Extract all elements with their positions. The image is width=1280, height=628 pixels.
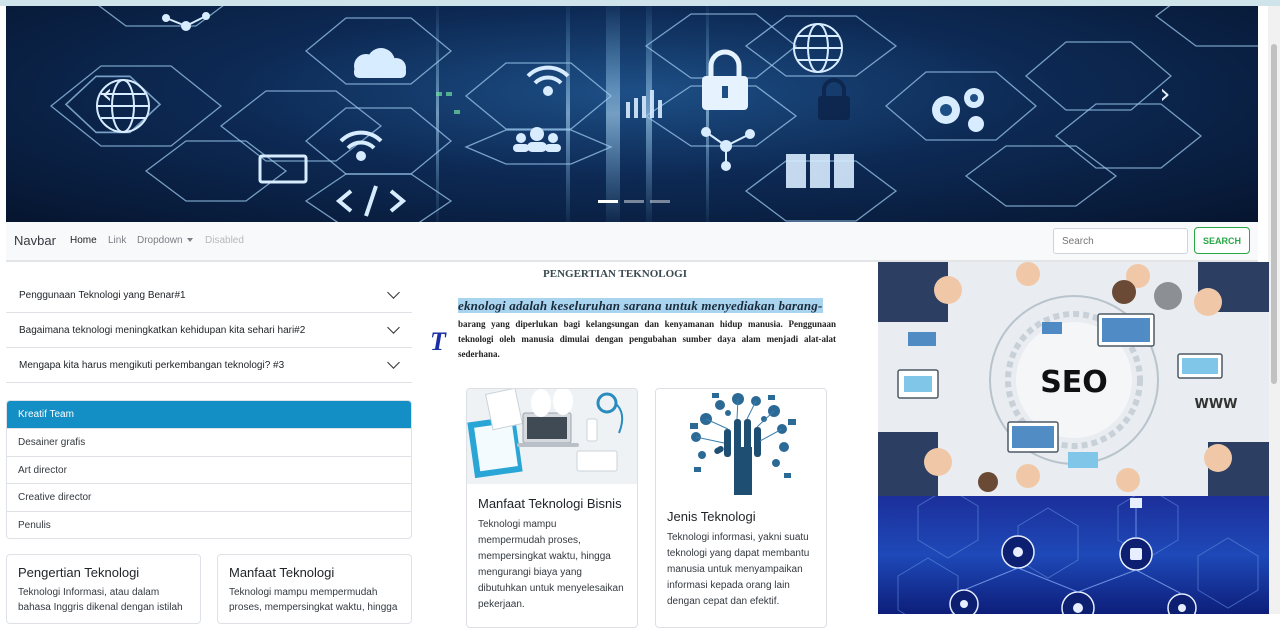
seo-image: SEO WWW: [878, 262, 1269, 496]
www-text: WWW: [1194, 397, 1237, 412]
chevron-down-icon: [387, 321, 400, 334]
biometric-image: [878, 496, 1269, 614]
lock-icon: [818, 78, 850, 120]
nav-dropdown[interactable]: Dropdown: [137, 235, 193, 246]
team-list-item[interactable]: Desainer grafis: [7, 428, 411, 455]
accordion-item-label: Penggunaan Teknologi yang Benar#1: [19, 290, 186, 301]
scrollbar-thumb[interactable]: [1271, 44, 1277, 384]
navbar-brand[interactable]: Navbar: [14, 233, 56, 248]
chevron-down-icon: [387, 286, 400, 299]
team-list-item-header[interactable]: Kreatif Team: [7, 401, 411, 429]
card-text: Teknologi informasi, yakni suatu teknolo…: [667, 532, 810, 607]
card-title: Manfaat Teknologi Bisnis: [478, 496, 622, 511]
navbar: Navbar Home Link Dropdown Disabled SEARC…: [6, 222, 1258, 262]
card-title: Manfaat Teknologi: [229, 565, 335, 580]
search-input[interactable]: [1053, 228, 1188, 254]
page-scrollbar[interactable]: [1268, 6, 1280, 614]
article-lead-highlight: eknologi adalah keseluruhan sarana untuk…: [458, 298, 823, 313]
card-jenis-teknologi: Jenis Teknologi Teknologi informasi, yak…: [655, 388, 827, 628]
nav-link-home[interactable]: Home: [70, 235, 97, 246]
team-list: Kreatif Team Desainer grafis Art directo…: [6, 400, 412, 539]
card-image-tech-hand: [656, 389, 826, 499]
people-icon: [513, 127, 561, 152]
article-body: barang yang diperlukan bagi kelangsungan…: [458, 319, 836, 359]
card-text: Teknologi mampu mempermudah proses, memp…: [478, 519, 624, 610]
carousel-slide-image: [49, 6, 1258, 222]
network-icon: [162, 12, 755, 171]
cloud-icon: [354, 48, 406, 78]
card-title: Pengertian Teknologi: [18, 565, 140, 580]
article-title: PENGERTIAN TEKNOLOGI: [543, 268, 687, 280]
carousel-prev-button[interactable]: ‹: [92, 76, 122, 112]
accordion-item-3[interactable]: Mengapa kita harus mengikuti perkembanga…: [6, 348, 412, 383]
carousel-next-button[interactable]: ›: [1150, 76, 1180, 112]
team-list-item[interactable]: Art director: [7, 455, 411, 483]
accordion-item-1[interactable]: Penggunaan Teknologi yang Benar#1: [6, 278, 412, 313]
card-text: Teknologi mampu mempermudah proses, memp…: [229, 587, 398, 613]
accordion-item-2[interactable]: Bagaimana teknologi meningkatkan kehidup…: [6, 313, 412, 348]
caret-down-icon: [186, 238, 193, 242]
accordion-item-label: Bagaimana teknologi meningkatkan kehidup…: [19, 325, 306, 336]
nav-dropdown-label: Dropdown: [137, 235, 183, 246]
team-list-item[interactable]: Penulis: [7, 510, 411, 538]
carousel-indicator-2[interactable]: [624, 200, 644, 203]
carousel-indicator-3[interactable]: [650, 200, 670, 203]
card-title: Jenis Teknologi: [667, 509, 756, 524]
nav-link-link[interactable]: Link: [108, 235, 126, 246]
article-dropcap: T: [430, 327, 446, 356]
team-list-item[interactable]: Creative director: [7, 483, 411, 510]
gears-icon: [932, 88, 984, 132]
card-image-desk: [467, 389, 637, 484]
card-manfaat-bisnis: Manfaat Teknologi Bisnis Teknologi mampu…: [466, 388, 638, 628]
chevron-down-icon: [387, 356, 400, 369]
carousel-indicator-1[interactable]: [598, 200, 618, 203]
card-text: Teknologi Informasi, atau dalam bahasa I…: [18, 587, 183, 613]
nav-link-disabled: Disabled: [205, 235, 244, 246]
hero-carousel: ‹ ›: [6, 6, 1258, 222]
accordion: Penggunaan Teknologi yang Benar#1 Bagaim…: [6, 278, 412, 383]
article-lead: eknologi adalah keseluruhan sarana untuk…: [458, 298, 836, 314]
seo-text: SEO: [1040, 365, 1108, 400]
globe-icon: [793, 23, 843, 73]
code-icon: [335, 185, 407, 217]
accordion-item-label: Mengapa kita harus mengikuti perkembanga…: [19, 360, 285, 371]
search-button[interactable]: SEARCH: [1194, 227, 1250, 254]
carousel-indicators: [598, 200, 670, 203]
